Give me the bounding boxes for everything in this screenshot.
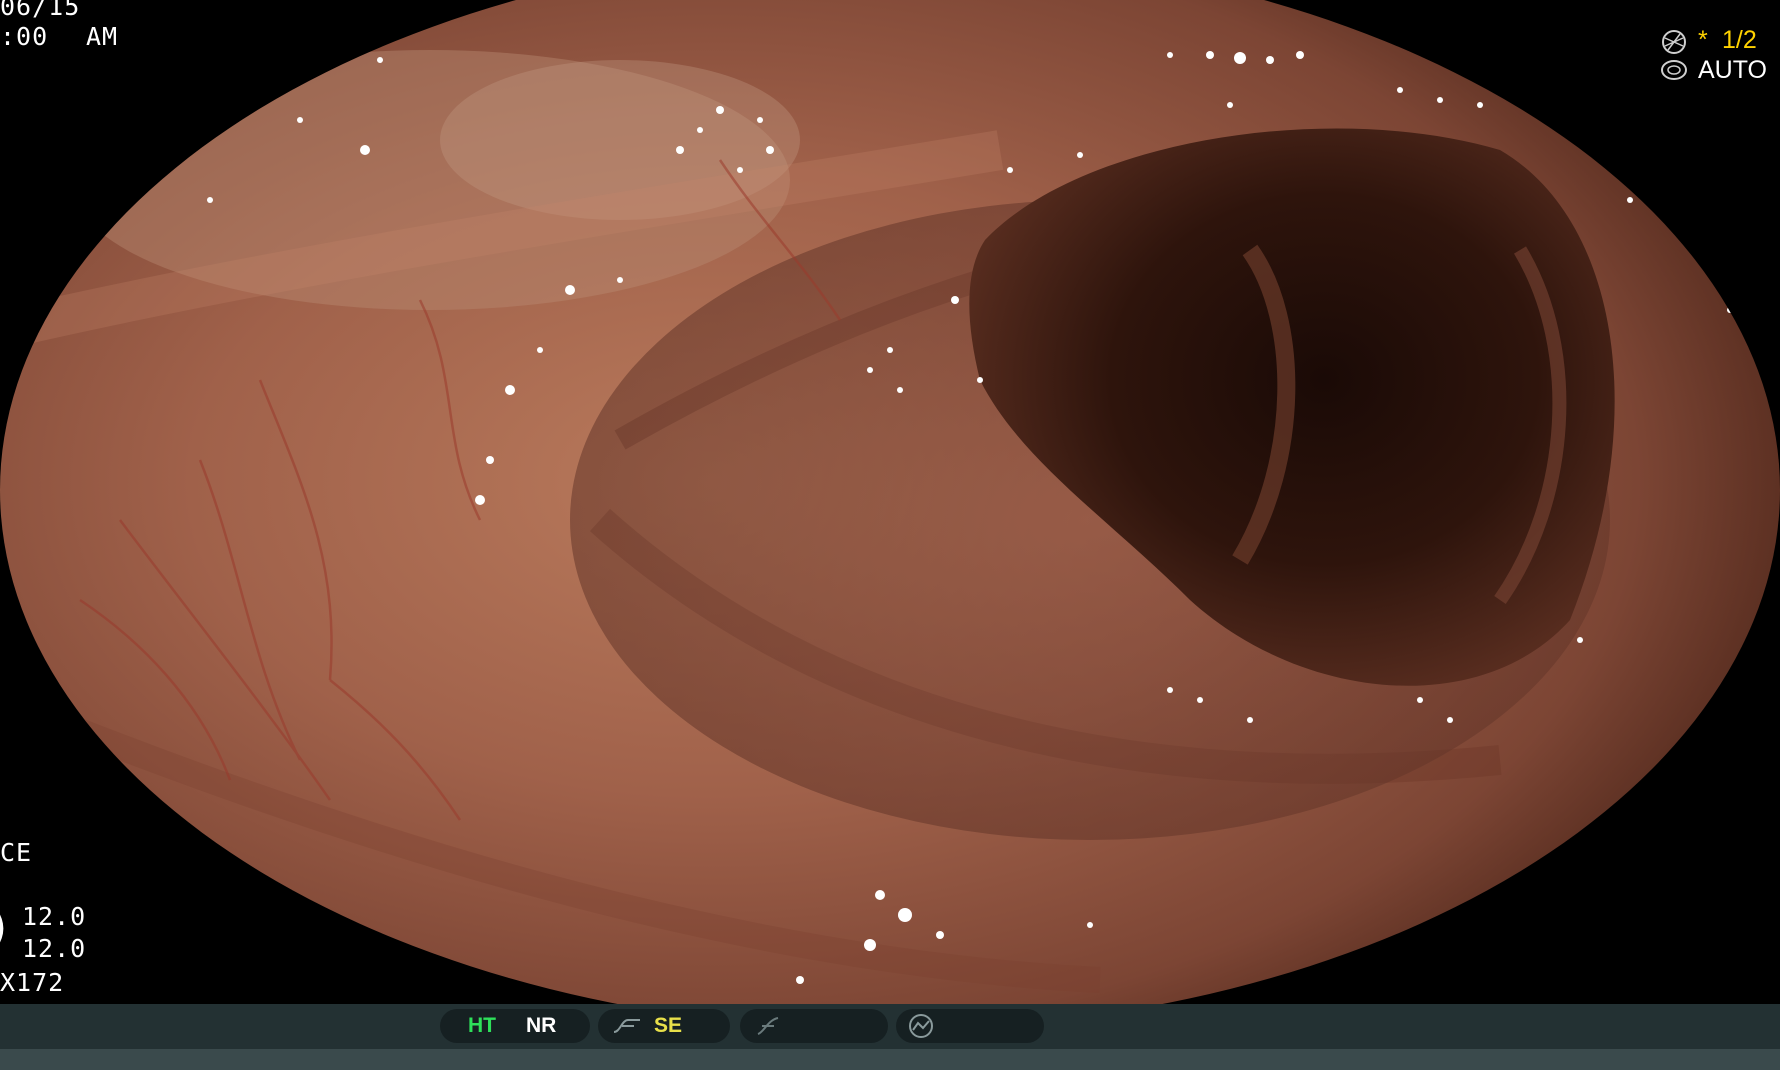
ht-label: HT bbox=[468, 1014, 496, 1037]
se-label: SE bbox=[654, 1014, 683, 1037]
slash-curve-icon bbox=[757, 1017, 779, 1035]
endoscopy-image bbox=[0, 0, 1780, 1070]
ampm-readout: AM bbox=[86, 22, 119, 51]
date-readout: 06/15 bbox=[0, 0, 81, 21]
enhance-curve-icon bbox=[613, 1019, 640, 1033]
bracket-icon: ) bbox=[0, 906, 14, 950]
light-gauge-icon bbox=[909, 1014, 933, 1038]
auto-readout: AUTO bbox=[1698, 56, 1767, 84]
se-indicator: SE bbox=[598, 1009, 730, 1043]
time-readout: :00 bbox=[0, 22, 49, 51]
bracket-icon: ⌐ bbox=[0, 796, 1, 812]
nr-label: NR bbox=[526, 1014, 557, 1037]
mode-readout: CE bbox=[0, 838, 33, 867]
value-readout-1: 12.0 bbox=[22, 902, 87, 931]
ratio-readout: 1/2 bbox=[1722, 26, 1757, 54]
iris-icon bbox=[1661, 60, 1687, 80]
ratio-star: * bbox=[1698, 26, 1708, 54]
shutter-icon bbox=[1662, 30, 1686, 54]
curve-indicator bbox=[740, 1009, 888, 1043]
light-indicator bbox=[896, 1009, 1044, 1043]
bottom-strip bbox=[0, 1049, 1780, 1070]
status-bar bbox=[0, 1004, 1780, 1049]
scope-model-readout: X172 bbox=[0, 968, 65, 997]
ht-nr-indicator: HT NR bbox=[440, 1009, 590, 1043]
value-readout-2: 12.0 bbox=[22, 934, 87, 963]
